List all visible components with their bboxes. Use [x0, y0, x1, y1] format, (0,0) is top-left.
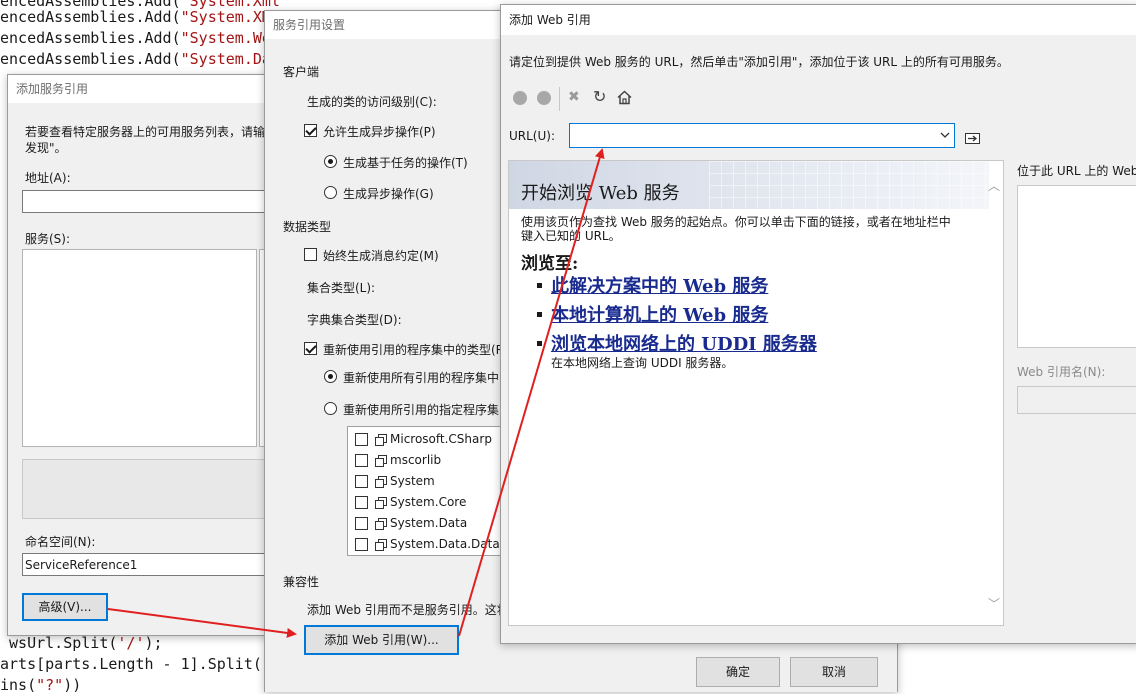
annotation-arrows	[107, 148, 605, 638]
arrow-advanced-to-webref	[107, 608, 297, 638]
arrow-webref-to-url	[458, 148, 605, 637]
